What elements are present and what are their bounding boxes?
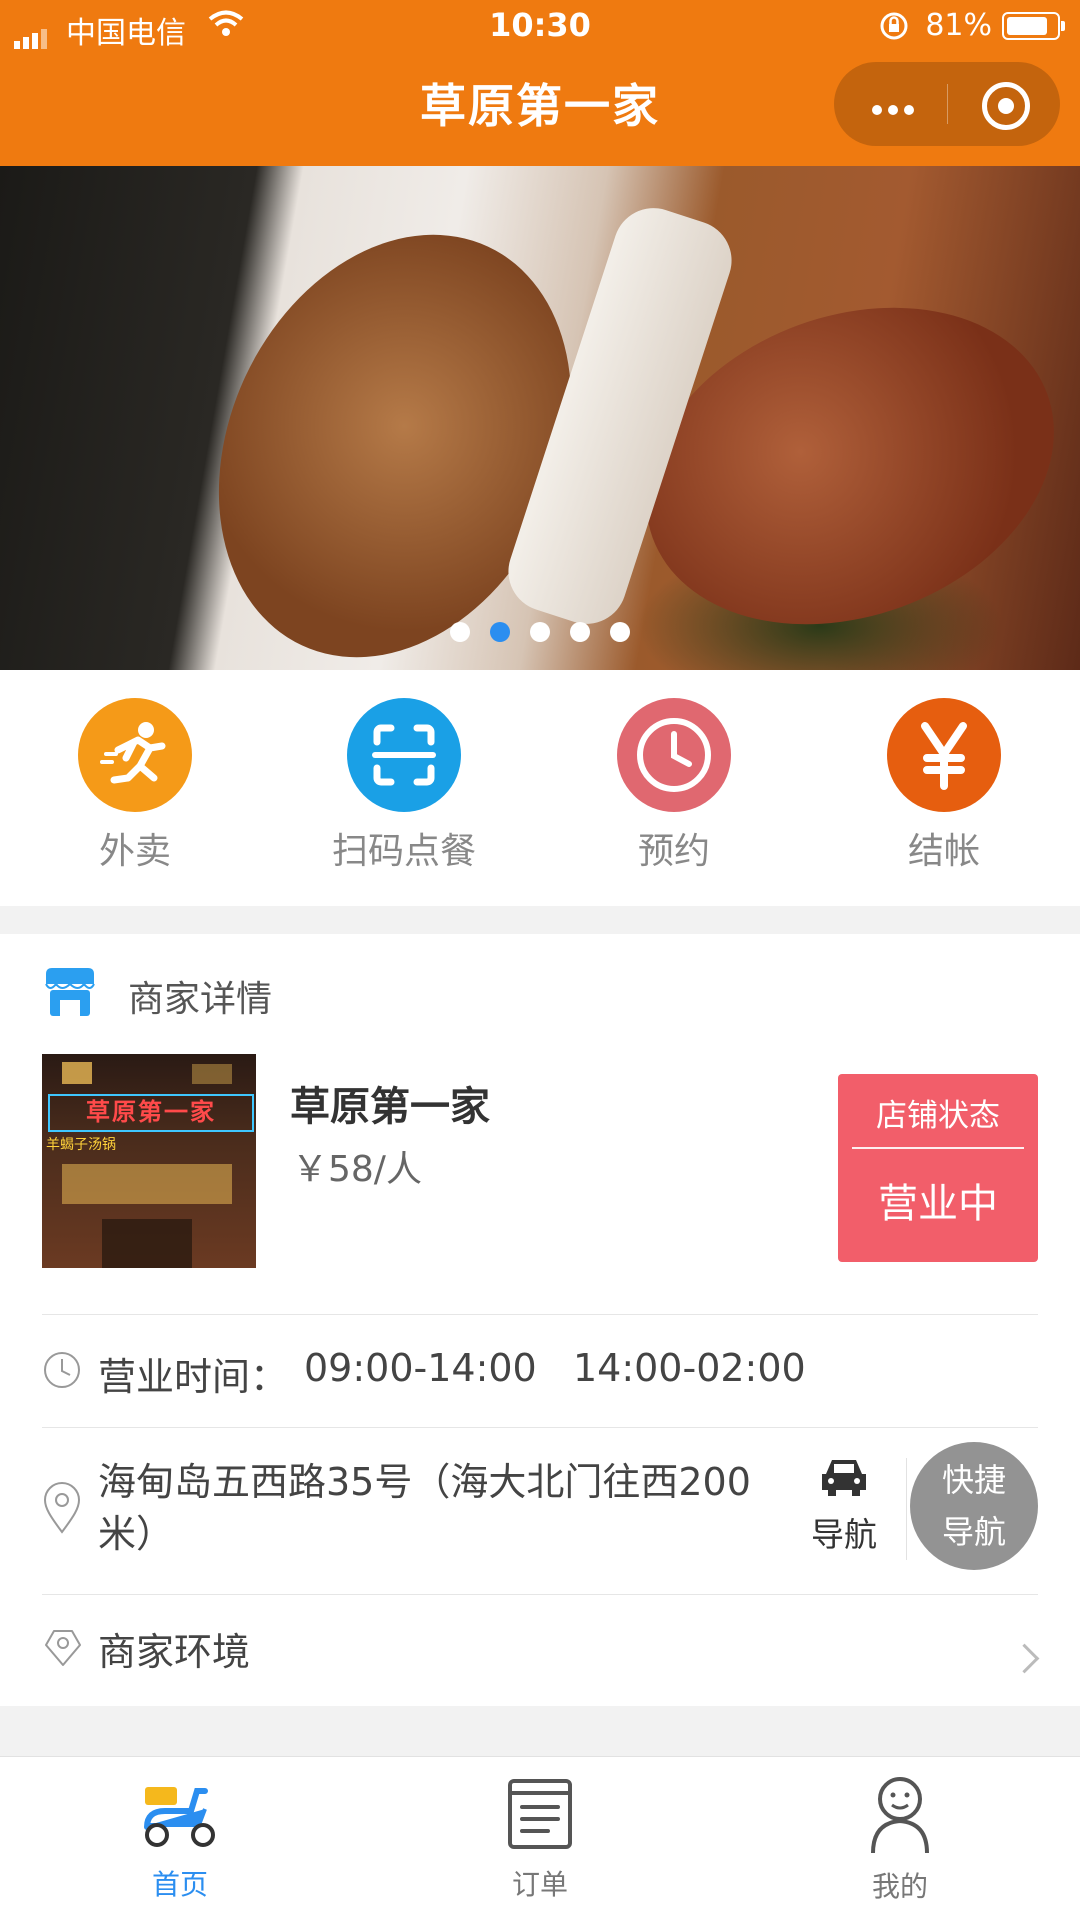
order-list-icon [508,1779,572,1849]
tab-label: 订单 [511,1868,568,1901]
tab-orders[interactable]: 订单 [440,1775,640,1903]
running-man-icon [78,698,192,812]
quick-nav-label-2: 导航 [941,1513,1006,1551]
quick-item-takeout[interactable]: 外卖 [35,698,235,874]
rotation-lock-icon [880,12,908,40]
quick-item-label: 外卖 [98,831,171,872]
store-status-label: 店铺状态 [876,1098,1000,1134]
scan-icon [347,698,461,812]
status-time: 10:30 [489,6,591,44]
price-per-person: ￥58/人 [292,1149,422,1190]
quick-item-label: 扫码点餐 [331,831,476,872]
quick-menu: 外卖 扫码点餐 预约 结帐 [0,670,1080,906]
shop-icon [45,968,95,1016]
carousel-dot[interactable] [450,622,470,642]
navigate-button[interactable]: 导航 [800,1454,888,1556]
carousel-dot[interactable] [610,622,630,642]
quick-item-scan-order[interactable]: 扫码点餐 [304,698,504,874]
business-hours: 09:00-14:00 14:00-02:00 [304,1346,806,1390]
carousel-dot-active[interactable] [490,622,510,642]
navigate-label: 导航 [811,1515,877,1554]
store-status-badge: 店铺状态 营业中 [838,1074,1038,1262]
merchant-environment-row[interactable]: 商家环境 [0,1595,1080,1706]
merchant-environment-label: 商家环境 [98,1630,251,1674]
mini-program-capsule [834,62,1060,146]
merchant-card: 商家详情 草原第一家 羊蝎子汤锅 草原第一家 ￥58/人 店铺状态 营业中 营业… [0,934,1080,1706]
tab-bar: 首页 订单 我的 [0,1756,1080,1921]
quick-item-reservation[interactable]: 预约 [574,698,774,874]
carousel-indicator [0,622,1080,646]
location-pin-icon [43,1482,81,1534]
merchant-photo[interactable]: 草原第一家 羊蝎子汤锅 [42,1054,256,1268]
tab-home[interactable]: 首页 [80,1775,280,1903]
top-bar: 中国电信 10:30 81% 草原第一家 [0,0,1080,166]
clock-outline-icon [44,1352,80,1388]
clock-icon [617,698,731,812]
merchant-name: 草原第一家 [290,1084,490,1130]
battery-icon [1002,12,1065,40]
photo-subsign-text: 羊蝎子汤锅 [46,1137,116,1153]
quick-navigation-button[interactable]: 快捷 导航 [910,1442,1038,1570]
quick-nav-label-1: 快捷 [941,1461,1006,1499]
quick-item-checkout[interactable]: 结帐 [844,698,1044,874]
merchant-address[interactable]: 海甸岛五西路35号（海大北门往西200米） [98,1456,788,1560]
photo-sign-text: 草原第一家 [48,1094,254,1132]
environment-pin-icon [45,1630,81,1666]
quick-item-label: 预约 [637,831,710,872]
scooter-icon [144,1787,215,1847]
yen-icon [887,698,1001,812]
person-icon [871,1777,929,1854]
carousel-dot[interactable] [530,622,550,642]
carousel-dot[interactable] [570,622,590,642]
hours-label: 营业时间： [98,1355,289,1399]
status-bar: 中国电信 10:30 81% [0,0,1080,52]
close-target-icon[interactable] [982,82,1030,130]
store-status-value: 营业中 [878,1181,998,1227]
car-icon [822,1460,866,1496]
section-title: 商家详情 [128,979,273,1020]
tab-label: 我的 [871,1870,928,1903]
tab-label: 首页 [151,1868,208,1901]
banner-carousel[interactable] [0,166,1080,670]
more-icon[interactable] [872,100,920,119]
battery-percent: 81% [925,8,992,43]
quick-item-label: 结帐 [907,831,980,872]
tab-mine[interactable]: 我的 [800,1775,1000,1905]
